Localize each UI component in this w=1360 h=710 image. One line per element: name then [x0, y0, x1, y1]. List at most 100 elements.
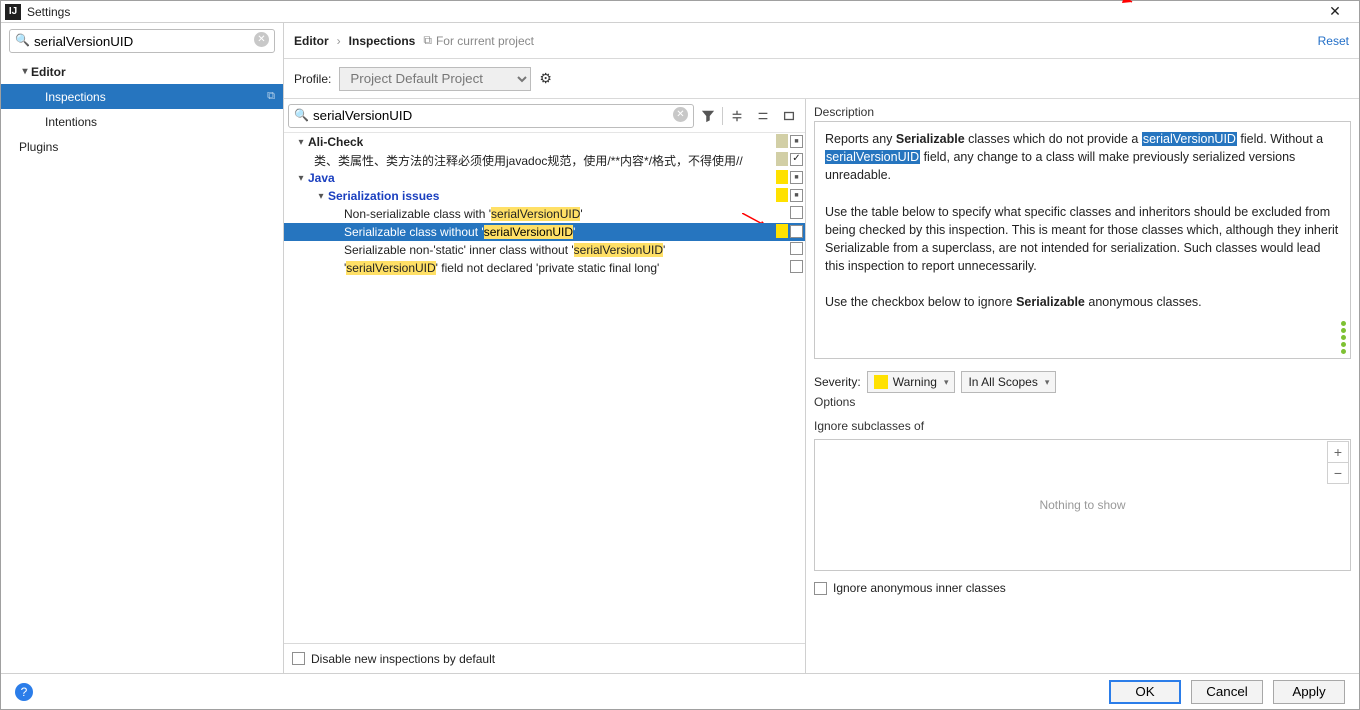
toolbar-sep: [722, 107, 723, 125]
chevron-down-icon: ▾: [944, 377, 949, 388]
sidebar-tree: ▾Editor Inspections ⧉ Intentions Plugins: [1, 59, 283, 673]
breadcrumb: Editor › Inspections ⧉ For current proje…: [284, 23, 1359, 59]
breadcrumb-sep: ›: [337, 34, 341, 48]
inspection-label: Serializable class without 'serialVersio…: [344, 225, 575, 239]
inspection-checkbox[interactable]: [790, 135, 803, 148]
show-settings-icon[interactable]: [777, 104, 801, 128]
sidebar-search-input[interactable]: [9, 29, 275, 53]
inspection-detail: Description Reports any Serializable cla…: [806, 99, 1359, 673]
chevron-down-icon: ▾: [294, 137, 308, 148]
inspection-row[interactable]: Serializable non-'static' inner class wi…: [284, 241, 805, 259]
inspection-checkbox[interactable]: [790, 153, 803, 166]
inspection-label: 'serialVersionUID' field not declared 'p…: [344, 261, 659, 275]
inspection-label: 类、类属性、类方法的注释必须使用javadoc规范，使用/**内容*/格式，不得…: [314, 152, 743, 169]
chevron-down-icon: ▾: [1045, 377, 1050, 388]
apply-button[interactable]: Apply: [1273, 680, 1345, 704]
ignore-anon-checkbox[interactable]: [814, 582, 827, 595]
inspection-row[interactable]: Non-serializable class with 'serialVersi…: [284, 205, 805, 223]
severity-select[interactable]: Warning ▾: [867, 371, 956, 393]
content: 🔍 ✕ ▾EditorInspections⧉IntentionsPlugins…: [1, 23, 1359, 673]
inspection-row[interactable]: ▾Ali-Check: [284, 133, 805, 151]
copy-icon[interactable]: ⧉: [267, 90, 275, 103]
filter-icon[interactable]: [696, 104, 720, 128]
severity-swatches: [776, 224, 803, 238]
inspection-label: Java: [308, 171, 335, 185]
inspection-row[interactable]: Serializable class without 'serialVersio…: [284, 223, 805, 241]
list-buttons: + −: [1327, 441, 1349, 483]
remove-button[interactable]: −: [1327, 462, 1349, 484]
inspection-label: Serialization issues: [328, 189, 439, 203]
ok-button[interactable]: OK: [1109, 680, 1181, 704]
severity-swatch-icon: [776, 188, 788, 202]
severity-swatch-icon: [776, 134, 788, 148]
sidebar-item-intentions[interactable]: Intentions: [1, 109, 283, 134]
reset-link[interactable]: Reset: [1318, 34, 1349, 48]
severity-swatch-icon: [776, 152, 788, 166]
search-icon: 🔍: [294, 108, 309, 122]
breadcrumb-part-inspections: Inspections: [349, 34, 416, 48]
inspection-row[interactable]: 'serialVersionUID' field not declared 'p…: [284, 259, 805, 277]
options-label: Options: [814, 395, 1351, 409]
inspection-checkbox[interactable]: [790, 260, 803, 273]
tree-search: 🔍 ✕: [288, 104, 694, 128]
description-box: Reports any Serializable classes which d…: [814, 121, 1351, 359]
disable-new-inspections-row: Disable new inspections by default: [284, 643, 805, 673]
inspection-checkbox[interactable]: [790, 225, 803, 238]
sidebar-search: 🔍 ✕: [9, 29, 275, 53]
ignore-anon-label: Ignore anonymous inner classes: [833, 581, 1006, 595]
ignore-subclasses-list[interactable]: Nothing to show + −: [814, 439, 1351, 571]
inspection-checkbox[interactable]: [790, 189, 803, 202]
tree-search-input[interactable]: [288, 104, 694, 128]
severity-swatches: [776, 152, 803, 166]
inspection-row[interactable]: 类、类属性、类方法的注释必须使用javadoc规范，使用/**内容*/格式，不得…: [284, 151, 805, 169]
description-text: Reports any Serializable classes which d…: [825, 130, 1340, 311]
expand-all-icon[interactable]: [725, 104, 749, 128]
inspection-checkbox[interactable]: [790, 171, 803, 184]
profile-select[interactable]: Project Default Project: [339, 67, 531, 91]
window-close-button[interactable]: ✕: [1315, 3, 1355, 20]
severity-swatches: [790, 260, 803, 273]
tree-toolbar: 🔍 ✕: [284, 99, 805, 133]
add-button[interactable]: +: [1327, 441, 1349, 463]
resize-grip-icon[interactable]: [1341, 321, 1346, 354]
description-label: Description: [814, 105, 1351, 119]
clear-search-icon[interactable]: ✕: [673, 107, 688, 122]
ignore-subclasses-label: Ignore subclasses of: [814, 419, 1351, 433]
sidebar-item-label: Editor: [31, 65, 66, 79]
chevron-down-icon: ▾: [19, 66, 31, 77]
disable-new-inspections-checkbox[interactable]: [292, 652, 305, 665]
sidebar-item-plugins[interactable]: Plugins: [1, 134, 283, 159]
inspection-label: Non-serializable class with 'serialVersi…: [344, 207, 583, 221]
inspection-checkbox[interactable]: [790, 206, 803, 219]
collapse-all-icon[interactable]: [751, 104, 775, 128]
inspection-checkbox[interactable]: [790, 242, 803, 255]
sidebar-item-label: Inspections: [45, 90, 106, 104]
titlebar: IJ Settings ✕: [1, 1, 1359, 23]
help-icon[interactable]: ?: [15, 683, 33, 701]
empty-list-text: Nothing to show: [1039, 498, 1125, 512]
severity-swatches: [776, 188, 803, 202]
severity-swatch-icon: [874, 375, 888, 389]
severity-swatch-icon: [776, 224, 788, 238]
clear-search-icon[interactable]: ✕: [254, 32, 269, 47]
severity-swatches: [790, 206, 803, 219]
body: 🔍 ✕: [284, 99, 1359, 673]
inspection-row[interactable]: ▾Java: [284, 169, 805, 187]
inspection-row[interactable]: ▾Serialization issues: [284, 187, 805, 205]
disable-new-inspections-label: Disable new inspections by default: [311, 652, 495, 666]
cancel-button[interactable]: Cancel: [1191, 680, 1263, 704]
sidebar-item-label: Intentions: [45, 115, 97, 129]
project-hint: ⧉ For current project: [423, 33, 534, 48]
settings-window: IJ Settings ✕ 🔍 ✕ ▾EditorInspections⧉Int…: [0, 0, 1360, 710]
inspection-tree[interactable]: ▾Ali-Check类、类属性、类方法的注释必须使用javadoc规范，使用/*…: [284, 133, 805, 643]
severity-swatches: [790, 242, 803, 255]
profile-bar: Profile: Project Default Project ⚙: [284, 59, 1359, 99]
sidebar-item-editor[interactable]: ▾Editor: [1, 59, 283, 84]
scope-select[interactable]: In All Scopes ▾: [961, 371, 1056, 393]
copy-icon: ⧉: [423, 33, 432, 48]
inspection-label: Serializable non-'static' inner class wi…: [344, 243, 665, 257]
chevron-down-icon: ▾: [294, 173, 308, 184]
gear-icon[interactable]: ⚙: [539, 70, 552, 87]
severity-swatch-icon: [776, 170, 788, 184]
sidebar-item-inspections[interactable]: Inspections ⧉: [1, 84, 283, 109]
